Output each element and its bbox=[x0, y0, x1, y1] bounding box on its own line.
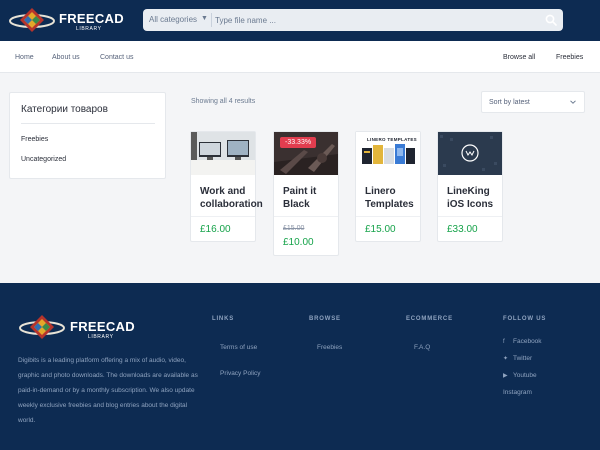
category-uncategorized[interactable]: Uncategorized bbox=[21, 156, 66, 163]
caret-down-icon[interactable]: ▼ bbox=[201, 15, 208, 22]
product-card[interactable]: LineKing iOS Icons £33.00 bbox=[437, 131, 503, 242]
product-categories-widget: Категории товаров Freebies Uncategorized bbox=[9, 92, 166, 179]
footer-about-text: Digibits is a leading platform offering … bbox=[18, 357, 198, 424]
product-title[interactable]: LineKing iOS Icons bbox=[447, 185, 507, 211]
main-nav: Home About us Contact us Browse all Free… bbox=[0, 41, 600, 73]
footer-heading-follow: FOLLOW US bbox=[503, 316, 547, 322]
nav-about-us[interactable]: About us bbox=[52, 54, 80, 61]
footer-link-terms[interactable]: Terms of use bbox=[220, 344, 257, 351]
footer-heading-links: LINKS bbox=[212, 316, 234, 322]
top-header: FREECAD LIBRARY All categories ▼ bbox=[0, 0, 600, 41]
social-label: Twitter bbox=[513, 355, 533, 362]
product-card[interactable]: -33.33% Paint it Black £15.00 £10.00 bbox=[273, 131, 339, 256]
footer-heading-ecommerce: ECOMMERCE bbox=[406, 316, 453, 322]
footer-logo[interactable]: FREECAD LIBRARY bbox=[18, 311, 138, 341]
results-count: Showing all 4 results bbox=[191, 98, 256, 105]
card-divider bbox=[191, 216, 255, 217]
product-card[interactable]: Work and collaboration £16.00 bbox=[190, 131, 263, 242]
product-price: £33.00 bbox=[447, 224, 478, 235]
card-divider bbox=[438, 216, 502, 217]
product-title[interactable]: Work and collaboration bbox=[200, 185, 263, 211]
product-card[interactable]: LINERO TEMPLATES Linero Templates £15.00 bbox=[355, 131, 421, 242]
footer-heading-browse: BROWSE bbox=[309, 316, 341, 322]
site-logo[interactable]: FREECAD LIBRARY bbox=[8, 6, 128, 34]
footer-link-faq[interactable]: F.A.Q bbox=[414, 344, 430, 351]
product-image[interactable]: -33.33% bbox=[274, 132, 338, 175]
product-price: £16.00 bbox=[200, 224, 231, 235]
youtube-icon: ▶ bbox=[503, 373, 508, 379]
category-select[interactable]: All categories bbox=[149, 15, 197, 24]
footer-link-facebook[interactable]: f Facebook bbox=[503, 338, 542, 345]
product-old-price: £15.00 bbox=[283, 225, 305, 232]
widget-title: Категории товаров bbox=[21, 104, 108, 115]
lion-icon-preview bbox=[438, 132, 502, 175]
product-price: £15.00 bbox=[365, 224, 396, 235]
footer-link-youtube[interactable]: ▶ Youtube bbox=[503, 372, 537, 379]
search-icon[interactable] bbox=[545, 14, 557, 26]
logo-subtext: LIBRARY bbox=[88, 334, 114, 340]
logo-text: FREECAD bbox=[59, 11, 124, 26]
product-title[interactable]: Linero Templates bbox=[365, 185, 425, 211]
sort-select[interactable]: Sort by latest bbox=[481, 91, 585, 113]
footer-link-freebies[interactable]: Freebies bbox=[317, 344, 342, 351]
nav-freebies[interactable]: Freebies bbox=[556, 54, 583, 61]
footer-link-instagram[interactable]: Instagram bbox=[503, 389, 532, 396]
sort-label: Sort by latest bbox=[489, 99, 530, 106]
logo-emblem-icon bbox=[9, 8, 55, 32]
card-divider bbox=[356, 216, 420, 217]
nav-contact-us[interactable]: Contact us bbox=[100, 54, 133, 61]
product-title[interactable]: Paint it Black bbox=[283, 185, 343, 211]
product-image[interactable] bbox=[438, 132, 502, 175]
category-freebies[interactable]: Freebies bbox=[21, 136, 48, 143]
workspace-photo bbox=[191, 132, 255, 175]
product-image[interactable]: LINERO TEMPLATES bbox=[356, 132, 420, 175]
facebook-icon: f bbox=[503, 339, 505, 345]
twitter-icon: ✦ bbox=[503, 356, 509, 362]
social-label: Facebook bbox=[513, 338, 542, 345]
search-input[interactable] bbox=[215, 12, 535, 28]
footer-link-twitter[interactable]: ✦ Twitter bbox=[503, 355, 532, 362]
product-price: £10.00 bbox=[283, 237, 314, 248]
nav-home[interactable]: Home bbox=[15, 54, 34, 61]
logo-subtext: LIBRARY bbox=[76, 26, 102, 32]
search-bar: All categories ▼ bbox=[143, 9, 563, 31]
widget-divider bbox=[21, 123, 155, 124]
site-footer: FREECAD LIBRARY Digibits is a leading pl… bbox=[0, 283, 600, 450]
logo-emblem-icon bbox=[19, 315, 65, 339]
card-divider bbox=[274, 216, 338, 217]
social-label: Youtube bbox=[513, 372, 537, 379]
nav-browse-all[interactable]: Browse all bbox=[503, 54, 535, 61]
logo-text: FREECAD bbox=[70, 319, 135, 334]
sale-badge: -33.33% bbox=[280, 137, 317, 148]
footer-link-privacy[interactable]: Privacy Policy bbox=[220, 370, 260, 377]
chevron-down-icon bbox=[570, 100, 576, 104]
product-image[interactable] bbox=[191, 132, 255, 175]
search-divider bbox=[211, 13, 212, 27]
image-caption: LINERO TEMPLATES bbox=[367, 137, 417, 142]
